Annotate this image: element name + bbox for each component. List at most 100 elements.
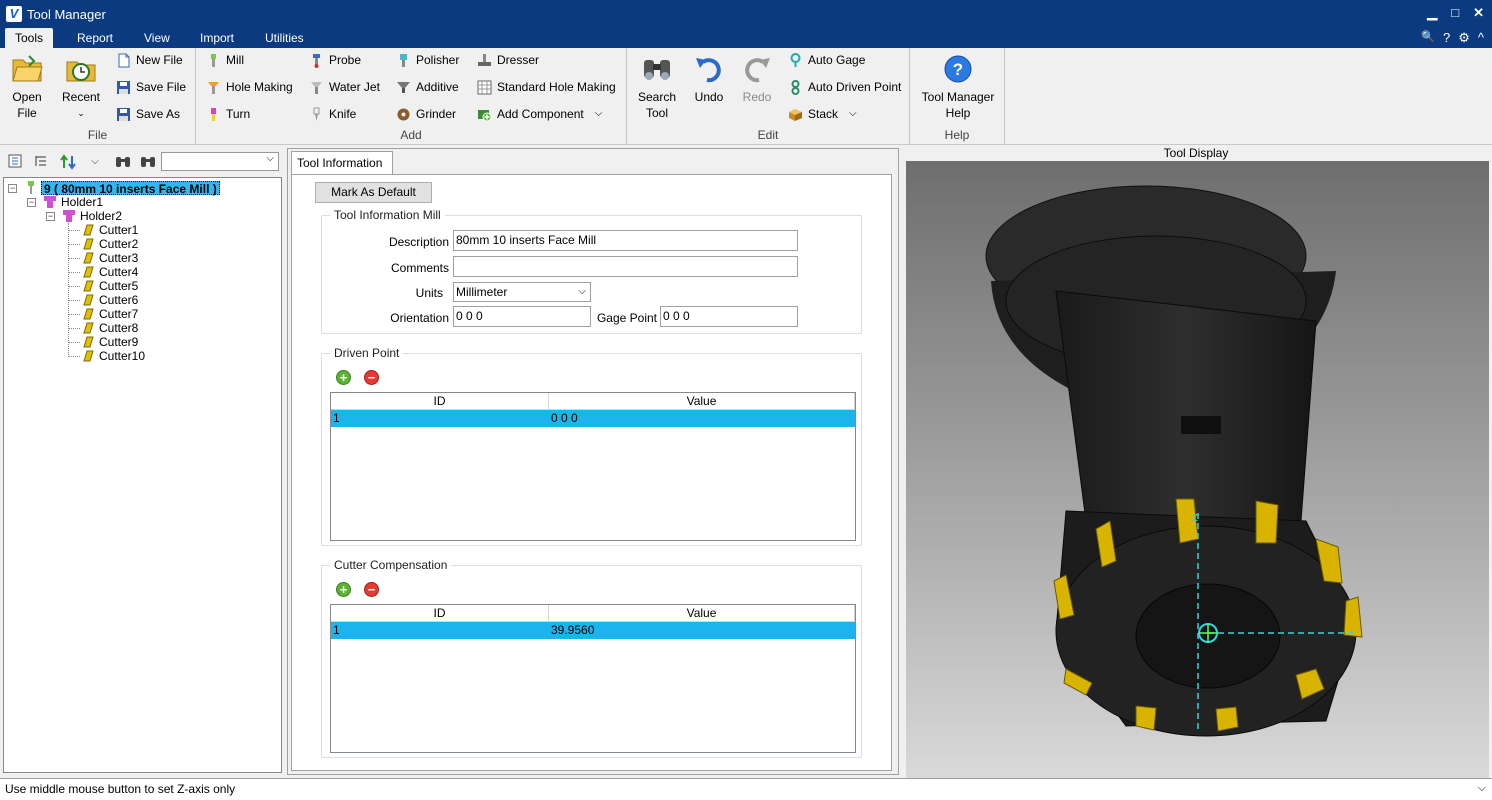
find-next-binoculars-icon[interactable]	[140, 154, 156, 170]
tree-node-cutter[interactable]: Cutter8	[99, 321, 138, 335]
knife-icon	[309, 107, 324, 122]
collapse-ribbon-icon[interactable]: ^	[1478, 30, 1484, 46]
collapse-all-icon[interactable]	[7, 154, 23, 170]
tab-report[interactable]: Report	[67, 28, 123, 48]
file-group-caption: File	[87, 128, 108, 142]
units-select[interactable]: Millimeter ⌵	[453, 282, 591, 302]
additive-button[interactable]: Additive	[396, 77, 459, 97]
turn-button[interactable]: Turn	[206, 104, 250, 124]
auto-driven-point-button[interactable]: Auto Driven Point	[788, 77, 901, 97]
tab-utilities[interactable]: Utilities	[255, 28, 314, 48]
tree-expander[interactable]: −	[8, 184, 17, 193]
dropdown-chevron-icon[interactable]: ⌵	[87, 154, 103, 170]
new-file-button[interactable]: New File	[116, 50, 183, 70]
tree-node-cutter[interactable]: Cutter2	[99, 237, 138, 251]
cell-id: 1	[333, 411, 340, 425]
tree-node-cutter[interactable]: Cutter9	[99, 335, 138, 349]
turn-icon	[206, 107, 221, 122]
orientation-label: Orientation	[390, 311, 449, 325]
cutter-insert-icon	[81, 279, 96, 294]
additive-label: Additive	[416, 80, 459, 94]
knife-button[interactable]: Knife	[309, 104, 356, 124]
description-input[interactable]: 80mm 10 inserts Face Mill	[453, 230, 798, 251]
tab-import[interactable]: Import	[190, 28, 244, 48]
search-icon[interactable]: 🔍	[1421, 30, 1435, 46]
sort-arrows-icon[interactable]	[60, 154, 76, 170]
tree-node-tool-root[interactable]: 9 ( 80mm 10 inserts Face Mill )	[41, 181, 220, 196]
water-jet-button[interactable]: Water Jet	[309, 77, 380, 97]
tab-view[interactable]: View	[134, 28, 180, 48]
mill-button[interactable]: Mill	[206, 50, 244, 70]
tree-connector	[68, 356, 80, 357]
driven-point-title: Driven Point	[330, 346, 404, 360]
column-header-value[interactable]: Value	[549, 605, 855, 622]
orientation-input[interactable]: 0 0 0	[453, 306, 591, 327]
close-button[interactable]: ✕	[1473, 5, 1484, 21]
tree-expander[interactable]: −	[46, 212, 55, 221]
comments-input[interactable]	[453, 256, 798, 277]
tab-tools[interactable]: Tools	[5, 28, 54, 48]
hole-making-button[interactable]: Hole Making	[206, 77, 293, 97]
search-tool-label: Search Tool	[637, 90, 677, 120]
tree-node-cutter[interactable]: Cutter10	[99, 349, 145, 363]
gage-point-input[interactable]: 0 0 0	[660, 306, 798, 327]
polisher-button[interactable]: Polisher	[396, 50, 459, 70]
tab-tool-information[interactable]: Tool Information	[291, 151, 393, 174]
add-component-dropdown-icon[interactable]: ⌵	[595, 104, 603, 124]
tree-node-holder1[interactable]: Holder1	[61, 195, 103, 209]
tree-node-cutter[interactable]: Cutter4	[99, 265, 138, 279]
minimize-button[interactable]: ▁	[1427, 5, 1437, 21]
mark-as-default-button[interactable]: Mark As Default	[315, 182, 432, 203]
column-header-id[interactable]: ID	[331, 393, 549, 410]
tree-expander[interactable]: −	[27, 198, 36, 207]
grinder-label: Grinder	[416, 107, 457, 121]
tree-node-cutter[interactable]: Cutter5	[99, 279, 138, 293]
maximize-button[interactable]: □	[1451, 5, 1459, 21]
search-tool-button[interactable]: Search Tool	[633, 52, 681, 121]
remove-cutter-comp-button[interactable]: −	[364, 582, 379, 597]
status-bar: Use middle mouse button to set Z-axis on…	[0, 778, 1492, 800]
file-group: Open File Recent ⌄ New File Save File Sa…	[0, 48, 196, 144]
save-icon	[116, 80, 131, 95]
remove-driven-point-button[interactable]: −	[364, 370, 379, 385]
save-file-button[interactable]: Save File	[116, 77, 186, 97]
save-as-button[interactable]: Save As	[116, 104, 180, 124]
chevron-down-icon: ⌵	[578, 286, 586, 297]
stack-button[interactable]: Stack ⌵	[788, 104, 857, 124]
column-header-value[interactable]: Value	[549, 393, 855, 410]
add-cutter-comp-button[interactable]: +	[336, 582, 351, 597]
redo-button[interactable]: Redo	[737, 52, 777, 105]
dresser-button[interactable]: Dresser	[477, 50, 539, 70]
svg-text:?: ?	[953, 60, 963, 79]
tree-node-cutter[interactable]: Cutter7	[99, 307, 138, 321]
open-file-button[interactable]: Open File	[6, 52, 48, 121]
tree-search-combo[interactable]: ⌵	[161, 152, 279, 171]
undo-button[interactable]: Undo	[689, 52, 729, 105]
recent-button[interactable]: Recent ⌄	[58, 52, 104, 121]
help-icon[interactable]: ?	[1443, 30, 1450, 46]
find-binoculars-icon[interactable]	[115, 154, 131, 170]
table-row[interactable]: 1 39.9560	[331, 622, 855, 639]
expand-all-icon[interactable]	[33, 154, 49, 170]
tool-manager-help-button[interactable]: ? Tool Manager Help	[918, 52, 998, 121]
tree-node-cutter[interactable]: Cutter3	[99, 251, 138, 265]
table-row[interactable]: 1 0 0 0	[331, 410, 855, 427]
add-component-icon	[477, 107, 492, 122]
standard-hole-making-button[interactable]: Standard Hole Making	[477, 77, 616, 97]
add-driven-point-button[interactable]: +	[336, 370, 351, 385]
probe-button[interactable]: Probe	[309, 50, 361, 70]
tree-node-cutter[interactable]: Cutter6	[99, 293, 138, 307]
chevron-down-icon[interactable]: ⌵	[1478, 782, 1486, 795]
grinder-button[interactable]: Grinder	[396, 104, 456, 124]
auto-gage-button[interactable]: Auto Gage	[788, 50, 865, 70]
stack-dropdown-icon[interactable]: ⌵	[849, 104, 857, 124]
tree-node-holder2[interactable]: Holder2	[80, 209, 122, 223]
add-component-button[interactable]: Add Component ⌵	[477, 104, 602, 124]
driven-point-group: Driven Point + − ID Value 1 0 0 0	[321, 346, 862, 546]
binoculars-icon	[640, 52, 674, 86]
redo-label: Redo	[742, 90, 772, 104]
tree-node-cutter[interactable]: Cutter1	[99, 223, 138, 237]
gear-icon[interactable]: ⚙	[1458, 30, 1470, 46]
column-header-id[interactable]: ID	[331, 605, 549, 622]
tool-display-viewport[interactable]: Z	[906, 161, 1489, 778]
